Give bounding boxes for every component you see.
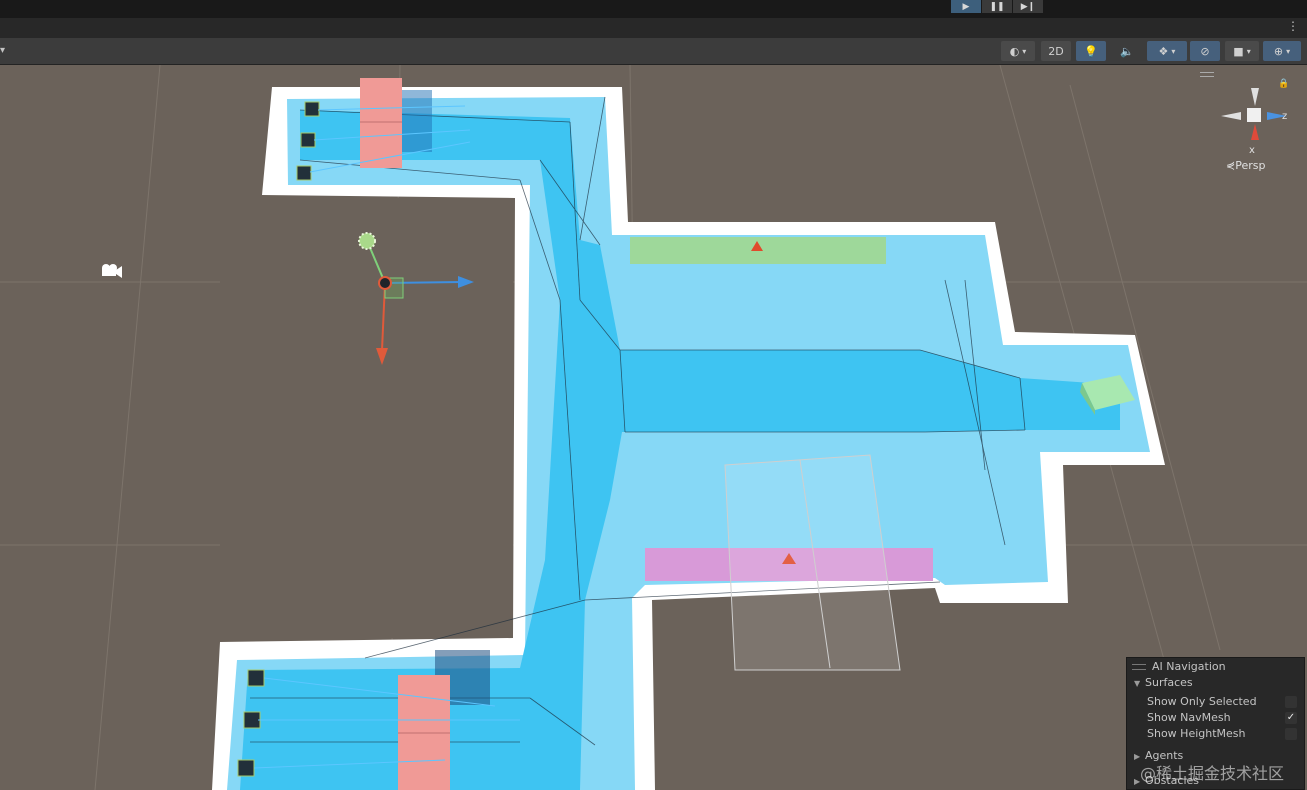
projection-label: Persp — [1235, 159, 1266, 172]
scene-view[interactable] — [0, 65, 1307, 790]
show-only-selected-checkbox[interactable] — [1285, 696, 1297, 708]
gizmo-z-label: z — [1282, 111, 1287, 122]
show-navmesh-label: Show NavMesh — [1147, 711, 1231, 724]
surfaces-foldout[interactable]: ▼ Surfaces — [1134, 676, 1193, 690]
obstacle-box — [724, 454, 901, 671]
audio-toggle-button[interactable]: 🔈 — [1112, 41, 1142, 61]
play-button[interactable]: ▶ — [951, 0, 981, 13]
chevron-down-icon: ▾ — [1171, 46, 1176, 56]
lighting-toggle-button[interactable]: 💡 — [1076, 41, 1106, 61]
projection-toggle[interactable]: ⋞Persp — [1226, 159, 1265, 172]
watermark: @稀土掘金技术社区 — [1140, 764, 1285, 783]
visibility-icon: ⊘ — [1200, 44, 1210, 58]
chevron-down-icon: ▾ — [1286, 46, 1291, 56]
shading-mode-button[interactable]: ◐ ▾ — [1001, 41, 1035, 61]
play-bar: ▶ ❚❚ ▶❙ — [0, 0, 1307, 18]
light-object-icon — [358, 232, 376, 250]
play-icon: ▶ — [962, 1, 970, 12]
show-heightmesh-checkbox[interactable] — [1285, 728, 1297, 740]
step-icon: ▶❙ — [1020, 1, 1036, 12]
effects-icon: ❖ — [1158, 44, 1169, 58]
scene-toolbar — [0, 38, 1307, 65]
show-navmesh-checkbox[interactable]: ✓ — [1285, 712, 1297, 724]
camera-button[interactable]: ■ ▾ — [1225, 41, 1259, 61]
audio-icon: 🔈 — [1120, 44, 1134, 58]
kebab-menu-icon[interactable]: ⋮ — [1287, 19, 1299, 33]
camera-object-icon — [102, 264, 122, 278]
show-heightmesh-label: Show HeightMesh — [1147, 727, 1246, 740]
gizmos-icon: ⊕ — [1273, 44, 1284, 58]
scene-visibility-button[interactable]: ⊘ — [1190, 41, 1220, 61]
light-icon: 💡 — [1084, 44, 1098, 58]
overlay-title: AI Navigation — [1152, 660, 1226, 673]
shading-mode-icon: ◐ — [1009, 44, 1020, 58]
expanded-arrow-icon: ▼ — [1134, 679, 1141, 688]
gizmos-button[interactable]: ⊕ ▾ — [1263, 41, 1301, 61]
2d-label: 2D — [1048, 44, 1064, 58]
step-button[interactable]: ▶❙ — [1013, 0, 1043, 13]
gizmo-grip[interactable] — [1200, 72, 1214, 77]
pause-button[interactable]: ❚❚ — [982, 0, 1012, 13]
camera-icon: ■ — [1233, 44, 1244, 58]
tool-dropdown-arrow[interactable]: ▾ — [0, 45, 5, 56]
effects-button[interactable]: ❖ ▾ — [1147, 41, 1187, 61]
overlay-grip[interactable] — [1132, 664, 1146, 670]
pause-icon: ❚❚ — [989, 1, 1005, 12]
show-only-selected-label: Show Only Selected — [1147, 695, 1257, 708]
gizmo-x-label: x — [1249, 145, 1255, 156]
scene-tab-strip — [0, 18, 1307, 38]
2d-toggle-button[interactable]: 2D — [1041, 41, 1071, 61]
checkmark-icon: ✓ — [1286, 712, 1296, 723]
chevron-down-icon: ▾ — [1246, 46, 1251, 56]
surfaces-label: Surfaces — [1145, 676, 1193, 689]
chevron-down-icon: ▾ — [1022, 46, 1027, 56]
